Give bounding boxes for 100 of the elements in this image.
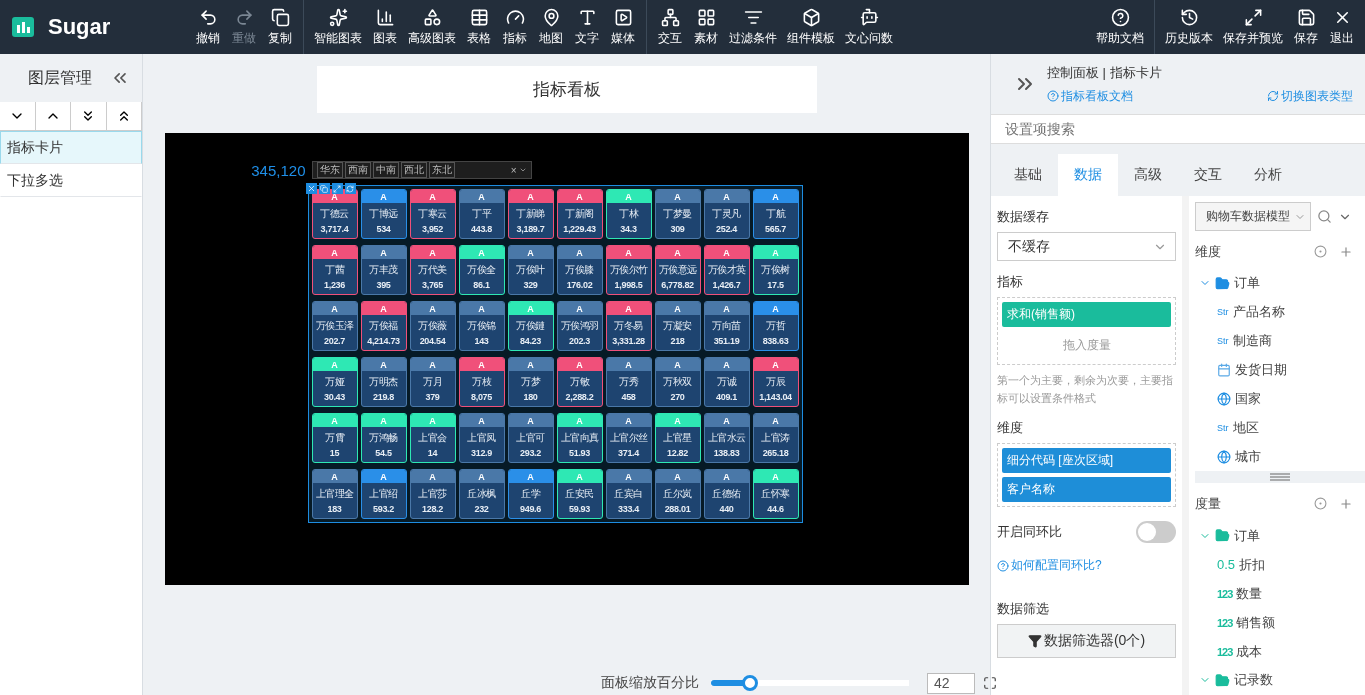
add-icon[interactable]: [1339, 497, 1353, 512]
toggle-switch[interactable]: [1136, 521, 1176, 543]
filter-button[interactable]: 数据筛选器(0个): [997, 624, 1176, 658]
card-value: 3,189.7: [515, 224, 546, 234]
toolbar-button[interactable]: 撤销: [191, 3, 225, 51]
field-item[interactable]: 制造商: [1232, 332, 1272, 351]
filter-tag[interactable]: 西北: [400, 162, 427, 178]
tree-folder[interactable]: 记录数: [1234, 671, 1273, 690]
table-icon: [469, 7, 489, 27]
filter-select[interactable]: 华东 西南 中南 西北 东北 ×: [311, 161, 532, 179]
filter-tag[interactable]: 西南: [344, 162, 371, 178]
type-tag: 0.5: [1217, 557, 1236, 573]
toolbar-button[interactable]: 帮助文档: [1092, 3, 1148, 51]
card-header: A: [655, 246, 700, 259]
card-value: 293.2: [519, 448, 542, 458]
copy-button[interactable]: [318, 183, 330, 194]
card-name: 丘德佑: [711, 487, 742, 501]
card-value: 84.23: [519, 336, 542, 346]
delete-button[interactable]: [305, 183, 317, 194]
field-item[interactable]: 数量: [1236, 584, 1263, 603]
toolbar-button[interactable]: 指标: [498, 3, 532, 51]
card-name: 万俟膝: [564, 263, 595, 277]
card-header: A: [312, 414, 357, 427]
app-name: Sugar: [48, 14, 111, 40]
toolbar-button[interactable]: 智能图表: [310, 3, 366, 51]
toolbar-button[interactable]: 保存并预览: [1219, 3, 1287, 51]
field-item[interactable]: 销售额: [1236, 613, 1276, 632]
expand-icon: [1243, 7, 1263, 27]
tree-folder[interactable]: 订单: [1234, 274, 1260, 293]
card-name: 万月: [422, 375, 443, 389]
fullscreen-icon[interactable]: [983, 676, 997, 690]
zoom-label: 面板缩放百分比: [601, 674, 699, 692]
field-item[interactable]: 成本: [1236, 642, 1263, 661]
card-value: 17.5: [766, 280, 785, 290]
toolbar-button[interactable]: 地图: [534, 3, 568, 51]
field-item[interactable]: 城市: [1235, 448, 1261, 466]
toolbar-button[interactable]: 保存: [1289, 3, 1323, 51]
expand-button[interactable]: [331, 183, 343, 194]
dimension-chip[interactable]: 客户名称: [1002, 477, 1171, 502]
card-name: 上官尔丝: [608, 431, 649, 445]
card-name: 丁寒云: [417, 207, 448, 221]
field-item[interactable]: 国家: [1235, 390, 1261, 409]
toolbar-button[interactable]: 退出: [1325, 3, 1359, 51]
tree-folder[interactable]: 订单: [1234, 526, 1260, 545]
refresh-button[interactable]: [344, 183, 356, 194]
card-header: A: [704, 190, 749, 203]
tab[interactable]: 交互: [1178, 154, 1238, 196]
filter-tag[interactable]: 中南: [372, 162, 399, 178]
tab[interactable]: 数据: [1058, 154, 1118, 196]
toolbar-button[interactable]: 过滤条件: [725, 3, 781, 51]
tab[interactable]: 基础: [998, 154, 1058, 196]
clear-icon[interactable]: ×: [510, 164, 517, 176]
toolbar-button[interactable]: 高级图表: [404, 3, 460, 51]
tab[interactable]: 分析: [1238, 154, 1298, 196]
add-icon[interactable]: [1339, 245, 1353, 259]
card-value: 3,765: [421, 280, 444, 290]
card-value: 288.01: [663, 504, 692, 514]
slider-thumb[interactable]: [742, 675, 759, 691]
help-icon: [1110, 7, 1130, 27]
help-link[interactable]: 如何配置同环比?: [997, 557, 1176, 574]
toolbar-button[interactable]: 组件模板: [783, 3, 839, 51]
refresh-icon: [1267, 90, 1279, 102]
toolbar-button[interactable]: 文字: [570, 3, 604, 51]
toolbar-button[interactable]: 复制: [263, 3, 297, 51]
refresh-icon: [346, 184, 354, 193]
caret-icon[interactable]: [518, 166, 527, 174]
zoom-input[interactable]: 42: [927, 672, 975, 694]
field-item[interactable]: 产品名称: [1232, 303, 1285, 322]
card-value: 59.93: [568, 504, 591, 514]
layer-item[interactable]: 指标卡片: [0, 131, 142, 164]
model-select[interactable]: 购物车数据模型: [1195, 202, 1311, 231]
toolbar-button[interactable]: 图表: [368, 3, 402, 51]
card-value: 2,288.2: [564, 392, 595, 402]
bar-chart-icon: [375, 7, 395, 27]
card-value: 219.8: [372, 392, 395, 402]
toolbar-button[interactable]: 素材: [689, 3, 723, 51]
cache-select[interactable]: 不缓存: [997, 232, 1176, 261]
card-value: 218: [669, 336, 686, 346]
card-name: 上官凤: [466, 431, 497, 445]
toolbar-button[interactable]: 表格: [462, 3, 496, 51]
toolbar-button[interactable]: 媒体: [606, 3, 640, 51]
field-item[interactable]: 地区: [1232, 419, 1259, 438]
tab[interactable]: 高级: [1118, 154, 1178, 196]
search-icon[interactable]: [1317, 209, 1332, 224]
filter-tag[interactable]: 华东: [316, 162, 343, 178]
toolbar-button[interactable]: 交互: [653, 3, 687, 51]
field-label: 维度: [997, 419, 1024, 437]
toolbar-button[interactable]: 文心问数: [841, 3, 897, 51]
card-header: A: [361, 246, 406, 259]
filter-tag[interactable]: 东北: [428, 162, 455, 178]
card-name: 万丰茂: [368, 263, 399, 277]
card-header: A: [508, 358, 553, 371]
toolbar-button[interactable]: 历史版本: [1161, 3, 1217, 51]
field-item[interactable]: 发货日期: [1235, 361, 1287, 380]
type-tag: Str: [1217, 336, 1229, 347]
field-item[interactable]: 折扣: [1239, 555, 1266, 574]
drop-zone[interactable]: 细分代码 [座次区域] 客户名称: [997, 443, 1176, 507]
card-name: 上官绍: [368, 487, 399, 501]
dimension-chip[interactable]: 细分代码 [座次区域]: [1002, 448, 1171, 473]
drag-handle-icon[interactable]: [1270, 473, 1290, 482]
